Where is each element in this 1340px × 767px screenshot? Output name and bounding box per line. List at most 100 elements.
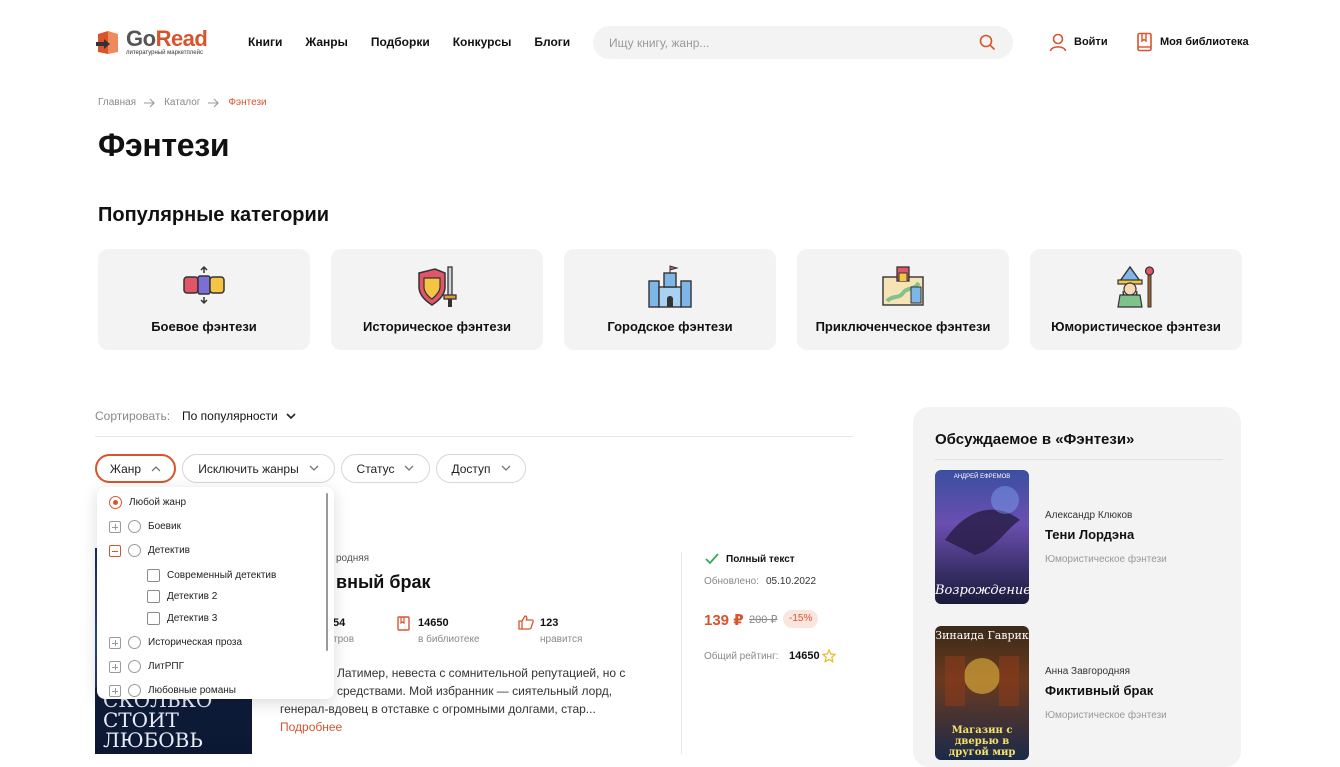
login-button[interactable]: Войти: [1048, 32, 1108, 52]
sidebar-book-cover[interactable]: АНДРЕЙ ЕФРЕМОВ Возрождение: [935, 470, 1029, 604]
expand-icon[interactable]: [109, 660, 121, 673]
chevron-down-icon: [309, 465, 319, 471]
main-nav: Книги Жанры Подборки Конкурсы Блоги: [248, 35, 570, 49]
chevron-down-icon: [405, 465, 414, 471]
library-book-icon: [1137, 32, 1152, 52]
genre-option[interactable]: Любовные романы: [109, 684, 236, 697]
category-card[interactable]: Юмористическое фэнтези: [1030, 249, 1242, 350]
book-description-line: средствами. Мой избранник — сиятельный л…: [337, 684, 613, 698]
popular-categories-heading: Популярные категории: [98, 204, 330, 226]
collapse-icon[interactable]: [109, 544, 121, 557]
genre-suboption[interactable]: Современный детектив: [147, 569, 276, 582]
arrow-right-icon: [144, 98, 155, 107]
genre-option[interactable]: Детектив: [109, 544, 190, 557]
crumb-catalog[interactable]: Каталог: [164, 97, 200, 108]
category-label: Боевое фэнтези: [151, 319, 257, 334]
nav-books[interactable]: Книги: [248, 35, 282, 49]
crumb-current: Фэнтези: [228, 97, 267, 108]
search-input[interactable]: Ищу книгу, жанр...: [593, 26, 1013, 59]
logo-book-icon: [96, 31, 118, 54]
radio-icon: [128, 520, 141, 533]
logo[interactable]: GoRead литературный маркетплейс: [96, 26, 226, 60]
updated-label: Обновлено:: [704, 576, 759, 587]
nav-genres[interactable]: Жанры: [305, 35, 348, 49]
filter-access[interactable]: Доступ: [436, 454, 526, 483]
radio-icon: [128, 684, 141, 697]
divider: [935, 459, 1223, 460]
sidebar-book-cover[interactable]: Зинаида Гаврик Магазин с дверью в другой…: [935, 626, 1029, 760]
library-label: Моя библиотека: [1160, 36, 1249, 48]
library-button[interactable]: Моя библиотека: [1136, 32, 1249, 52]
category-card[interactable]: Историческое фэнтези: [331, 249, 543, 350]
sidebar-book-title[interactable]: Фиктивный брак: [1045, 683, 1153, 698]
filter-label: Жанр: [109, 461, 142, 476]
stat-likes-value: 123: [540, 617, 559, 629]
category-card[interactable]: Боевое фэнтези: [98, 249, 310, 350]
genre-option[interactable]: Историческая проза: [109, 636, 242, 649]
login-label: Войти: [1074, 36, 1108, 48]
sidebar-book-genre: Юмористическое фэнтези: [1045, 554, 1167, 565]
genre-option-label: Современный детектив: [167, 570, 277, 581]
expand-icon[interactable]: [109, 520, 121, 533]
wizard-icon: [1117, 265, 1155, 308]
stat-views-label: тров: [333, 634, 355, 645]
more-link[interactable]: Подробнее: [280, 720, 342, 734]
filter-status[interactable]: Статус: [341, 454, 430, 483]
nav-collections[interactable]: Подборки: [371, 35, 430, 49]
thumbs-up-icon[interactable]: [518, 615, 534, 630]
category-card[interactable]: Приключенческое фэнтези: [797, 249, 1009, 350]
crumb-home[interactable]: Главная: [98, 97, 136, 108]
genre-dropdown[interactable]: Любой жанр Боевик Детектив Современный д…: [97, 487, 334, 699]
checkbox-icon: [147, 569, 160, 582]
expand-icon[interactable]: [109, 636, 121, 649]
sidebar-book-title[interactable]: Тени Лордэна: [1045, 527, 1134, 542]
genre-option[interactable]: Боевик: [109, 520, 181, 533]
category-label: Приключенческое фэнтези: [815, 319, 991, 334]
radio-icon: [128, 636, 141, 649]
castle-icon: [648, 265, 692, 308]
cover-author: АНДРЕЙ ЕФРЕМОВ: [953, 474, 1011, 480]
stat-library-label: в библиотеке: [418, 634, 480, 645]
cover-title: Магазин с дверью в другой мир: [948, 725, 1016, 758]
filter-label: Статус: [356, 461, 395, 476]
discount-badge: -15%: [783, 610, 819, 628]
scrollbar[interactable]: [326, 493, 328, 651]
radio-icon: [128, 660, 141, 673]
sort-control: Сортировать: По популярности: [95, 409, 296, 423]
chevron-down-icon: [286, 412, 296, 419]
price: 139 ₽: [704, 612, 744, 629]
genre-option[interactable]: ЛитРПГ: [109, 660, 184, 673]
genre-suboption[interactable]: Детектив 3: [147, 612, 217, 625]
chevron-up-icon: [151, 466, 161, 472]
genre-option[interactable]: Любой жанр: [109, 496, 186, 509]
library-book-icon: [397, 616, 410, 631]
genre-suboption[interactable]: Детектив 2: [147, 590, 217, 603]
treasure-map-icon: [882, 266, 924, 306]
check-icon: [705, 553, 719, 565]
search-icon[interactable]: [979, 34, 996, 51]
arrow-right-icon: [208, 98, 220, 107]
filter-genre[interactable]: Жанр: [95, 454, 176, 483]
filter-label: Доступ: [451, 461, 491, 476]
category-card[interactable]: Городское фэнтези: [564, 249, 776, 350]
filter-label: Исключить жанры: [198, 461, 299, 476]
divider: [95, 436, 853, 437]
book-title[interactable]: вный брак: [336, 572, 431, 593]
radio-selected-icon: [109, 496, 122, 509]
logo-tagline: литературный маркетплейс: [126, 50, 203, 56]
genre-option-label: Детектив 3: [167, 613, 218, 624]
genre-option-label: Любой жанр: [129, 497, 187, 508]
genre-option-label: Детектив: [148, 545, 190, 556]
cover-title: Возрождение: [935, 583, 1029, 598]
sidebar-book-author[interactable]: Александр Клюков: [1045, 510, 1132, 521]
filter-exclude-genres[interactable]: Исключить жанры: [182, 454, 335, 483]
nav-contests[interactable]: Конкурсы: [453, 35, 512, 49]
nav-blogs[interactable]: Блоги: [534, 35, 570, 49]
sidebar-book-author[interactable]: Анна Завгородняя: [1045, 666, 1130, 677]
book-author[interactable]: родняя: [336, 553, 369, 564]
cover-author: Зинаида Гаврик: [935, 629, 1029, 642]
checkbox-icon: [147, 590, 160, 603]
expand-icon[interactable]: [109, 684, 121, 697]
rating-value: 14650: [789, 650, 820, 662]
sort-select[interactable]: По популярности: [182, 409, 296, 423]
